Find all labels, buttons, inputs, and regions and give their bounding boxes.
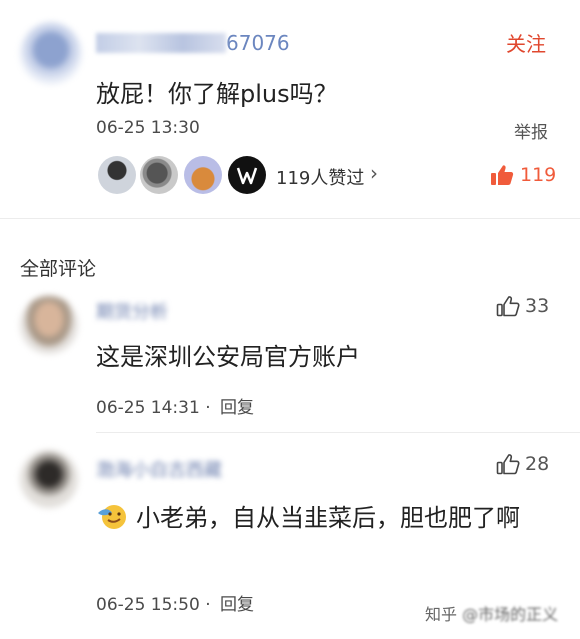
post-like-button[interactable]: 119 xyxy=(490,164,556,186)
follow-button[interactable]: 关注 xyxy=(506,28,546,57)
report-button[interactable]: 举报 xyxy=(514,118,548,143)
thumbs-up-icon xyxy=(496,454,520,475)
comment-like-button[interactable]: 33 xyxy=(496,295,549,317)
comment-like-button[interactable]: 28 xyxy=(496,453,549,475)
post-author-name[interactable]: 67076 xyxy=(96,30,316,56)
reply-button[interactable]: 回复 xyxy=(220,398,254,418)
liker-avatar[interactable] xyxy=(228,156,266,194)
reply-button[interactable]: 回复 xyxy=(220,595,254,615)
likers-count[interactable]: 119人赞过 xyxy=(276,164,364,190)
comment-divider xyxy=(96,432,580,433)
section-title: 全部评论 xyxy=(20,258,97,280)
watermark-handle: @市场的正义 xyxy=(462,605,559,624)
chevron-right-icon[interactable]: › xyxy=(370,161,378,185)
comment-meta: 06-25 15:50 · 回复 xyxy=(96,590,254,615)
comment-timestamp: 06-25 15:50 xyxy=(96,595,200,615)
comment-timestamp: 06-25 14:31 xyxy=(96,398,200,418)
comment-content: 这是深圳公安局官方账户 xyxy=(96,343,360,371)
section-divider xyxy=(0,218,580,219)
commenter-name[interactable]: 渤海小白古西藏 xyxy=(96,456,222,482)
comment-meta: 06-25 14:31 · 回复 xyxy=(96,393,254,418)
commenter-avatar[interactable] xyxy=(20,296,78,354)
post-author-avatar[interactable] xyxy=(20,22,82,84)
username-masked-part xyxy=(96,33,226,53)
liker-avatar[interactable] xyxy=(140,156,178,194)
comment-like-count: 28 xyxy=(525,453,550,475)
commenter-avatar[interactable] xyxy=(20,450,78,508)
meta-separator: · xyxy=(205,595,211,615)
watermark-site: 知乎 xyxy=(425,605,458,624)
comment-text: 小老弟，自从当韭菜后，胆也肥了啊 xyxy=(136,504,520,532)
liker-avatar[interactable] xyxy=(184,156,222,194)
thumbs-up-filled-icon xyxy=(491,165,514,185)
comment-content: 小老弟，自从当韭菜后，胆也肥了啊 xyxy=(96,498,556,538)
post-timestamp: 06-25 13:30 xyxy=(96,118,200,138)
liker-avatar[interactable] xyxy=(98,156,136,194)
comment-like-count: 33 xyxy=(525,295,550,317)
meta-separator: · xyxy=(205,398,211,418)
post-like-count: 119 xyxy=(520,164,557,186)
smirk-emoji-icon xyxy=(98,505,126,529)
username-suffix: 67076 xyxy=(226,31,290,55)
post-content: 放屁！你了解plus吗？ xyxy=(96,80,338,108)
w-logo-icon xyxy=(236,167,258,185)
commenter-name[interactable]: 期货分析 xyxy=(96,298,168,324)
watermark: 知乎 @市场的正义 xyxy=(425,601,558,625)
thumbs-up-icon xyxy=(496,296,520,317)
